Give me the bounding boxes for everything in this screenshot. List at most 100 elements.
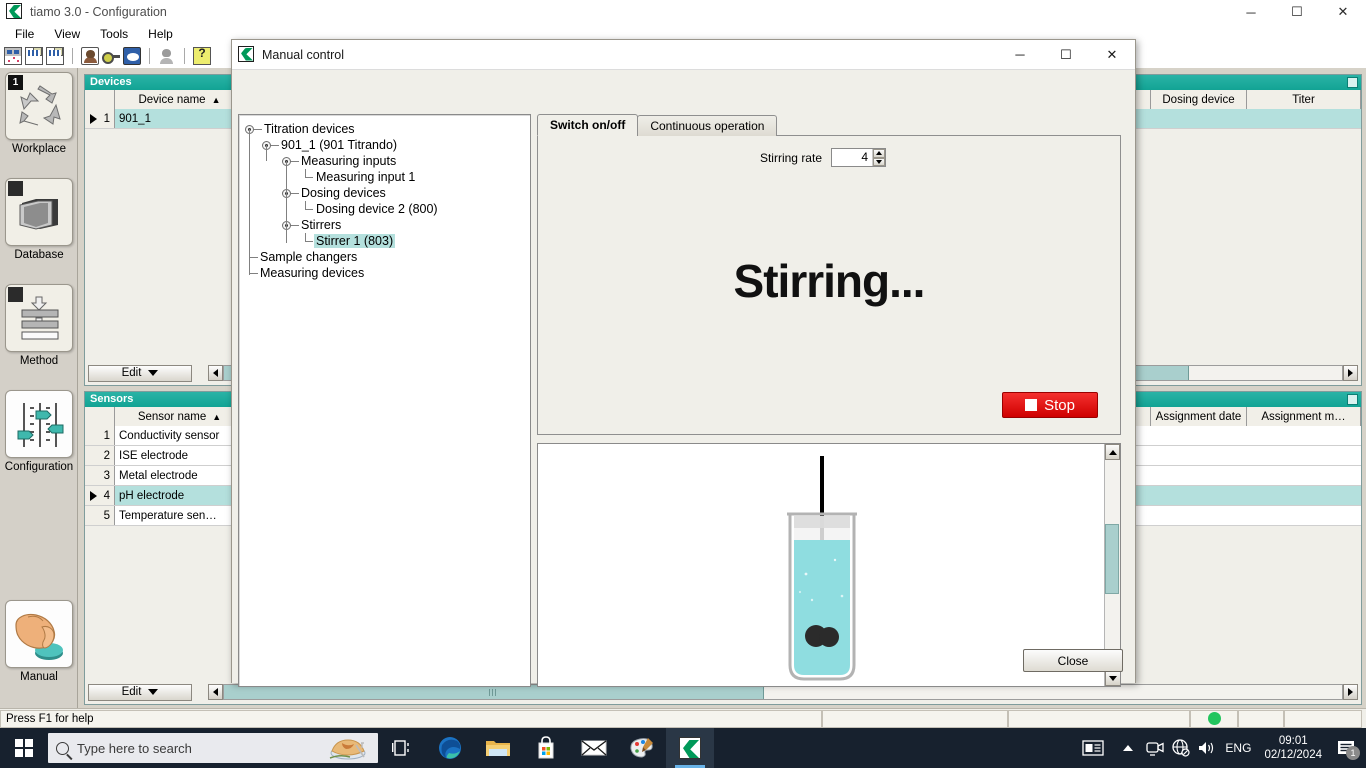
tree-node-901-1[interactable]: 901_1 (901 Titrando) [245,137,530,153]
sidebar-label-manual: Manual [20,671,58,683]
sidebar-item-manual[interactable]: Manual [0,600,78,683]
help-icon[interactable] [193,46,211,65]
stirring-rate-input[interactable]: 4 [832,149,872,166]
menu-file[interactable]: File [6,25,43,43]
volume-icon[interactable] [1194,728,1220,768]
sensors-hscroll-grip [489,689,498,696]
sensors-scroll-left-button[interactable] [208,684,223,700]
control-tabs-panel: Switch on/off Continuous operation Stirr… [537,114,1121,436]
tree-node-dosing-devices[interactable]: Dosing devices [245,185,530,201]
tab-continuous-operation[interactable]: Continuous operation [637,115,778,136]
stirring-rate-increment-button[interactable] [873,149,885,158]
tree-node-label: 901_1 (901 Titrando) [281,138,398,152]
tree-node-stirrers[interactable]: Stirrers [245,217,530,233]
sensors-edit-button[interactable]: Edit [88,683,192,701]
tree-node-sample-changers[interactable]: Sample changers [245,249,530,265]
notifications-icon[interactable]: 1 [1330,728,1362,768]
language-indicator[interactable]: ENG [1220,728,1256,768]
dialog-minimize-button[interactable]: ─ [997,40,1043,70]
new-determination-icon[interactable] [4,47,22,65]
tree-node-measuring-input-1[interactable]: Measuring input 1 [245,169,530,185]
tree-trunk-line [249,129,250,275]
devices-scroll-left-button[interactable] [208,365,223,381]
dialog-close-action-button[interactable]: Close [1023,649,1123,672]
sensors-scroll-right-button[interactable] [1343,684,1358,700]
beaker-scroll-down-button[interactable] [1105,670,1120,686]
menu-tools[interactable]: Tools [91,25,137,43]
tree-node-titration-devices[interactable]: Titration devices [245,121,530,137]
row-number: 3 [85,466,115,485]
network-no-internet-icon[interactable] [1168,728,1194,768]
current-row-arrow-icon [90,114,97,124]
windows-start-icon[interactable] [0,728,48,768]
sensors-col-sensor-name[interactable]: Sensor name ▲ [115,407,245,426]
minimize-button[interactable]: ─ [1228,0,1274,24]
statusbar: Press F1 for help [0,708,1366,728]
show-hidden-icons-icon[interactable] [1114,728,1142,768]
stop-button-label: Stop [1044,396,1075,414]
sidebar-item-workplace[interactable]: 1 Workplace [0,72,78,155]
manual-control-dialog: Manual control ─ ☐ ✕ Titration devices 9… [231,39,1136,687]
tree-node-dosing-device-2[interactable]: Dosing device 2 (800) [245,201,530,217]
tree-line [291,224,299,226]
close-button[interactable]: ✕ [1320,0,1366,24]
user-administration-icon[interactable] [81,47,99,65]
paint-icon[interactable] [618,728,666,768]
stop-button[interactable]: Stop [1002,392,1098,418]
devices-col-device-name[interactable]: Device name ▲ [115,90,245,109]
dialog-window-controls: ─ ☐ ✕ [997,40,1135,70]
devices-edit-button[interactable]: Edit [88,364,192,382]
save-as-determination-icon[interactable] [46,47,64,65]
tree-line [250,256,258,258]
devices-scroll-right-button[interactable] [1343,365,1358,381]
file-explorer-icon[interactable] [474,728,522,768]
search-input[interactable]: Type here to search [48,733,378,763]
save-determination-icon[interactable] [25,47,43,65]
projector-icon[interactable] [123,47,141,65]
meet-now-icon[interactable] [1142,728,1168,768]
stirring-rate-stepper[interactable]: 4 [831,148,886,167]
edge-browser-icon[interactable] [426,728,474,768]
maximize-button[interactable]: ☐ [1274,0,1320,24]
sensors-panel-restore-box[interactable] [1347,394,1358,405]
tab-switch-on-off[interactable]: Switch on/off [537,114,639,136]
sidebar-item-configuration[interactable]: Configuration [0,390,78,473]
clock-time: 09:01 [1278,735,1308,747]
tiamo-app-icon[interactable] [666,728,714,768]
dialog-body: Titration devices 901_1 (901 Titrando) M… [232,71,1135,687]
sidebar-label-configuration: Configuration [4,461,74,473]
microsoft-store-icon[interactable] [522,728,570,768]
status-indicator-dot [1207,712,1221,725]
sidebar-item-method[interactable]: Method [0,284,78,367]
sensors-col-assignment-date[interactable]: Assignment date [1151,407,1247,426]
tab-bar: Switch on/off Continuous operation [537,114,1121,136]
clock[interactable]: 09:01 02/12/2024 [1256,734,1330,762]
tree-node-measuring-inputs[interactable]: Measuring inputs [245,153,530,169]
change-password-icon[interactable] [102,47,120,65]
devices-panel-restore-box[interactable] [1347,77,1358,88]
beaker-vscroll-thumb[interactable] [1105,524,1119,594]
tree-node-stirrer-1[interactable]: Stirrer 1 (803) [245,233,530,249]
tree-elbow-icon [302,169,314,185]
dialog-close-button[interactable]: ✕ [1089,40,1135,70]
tree-node-measuring-devices[interactable]: Measuring devices [245,265,530,281]
devices-col-dosing-device[interactable]: Dosing device [1151,90,1247,109]
chevron-down-icon [148,689,159,695]
device-tree-panel[interactable]: Titration devices 901_1 (901 Titrando) M… [238,114,531,687]
tree-line [250,272,258,274]
news-and-interests-icon[interactable] [1072,728,1114,768]
mail-icon[interactable] [570,728,618,768]
system-tray: ENG 09:01 02/12/2024 1 [1072,728,1366,768]
beaker-scroll-up-button[interactable] [1105,444,1120,460]
task-view-icon[interactable] [378,728,426,768]
dialog-maximize-button[interactable]: ☐ [1043,40,1089,70]
stirring-status-text: Stirring... [733,255,926,307]
stirring-rate-decrement-button[interactable] [873,157,885,166]
sensors-col-assignment-method[interactable]: Assignment m… [1247,407,1361,426]
menu-view[interactable]: View [45,25,89,43]
sidebar-item-database[interactable]: Database [0,178,78,261]
menu-help[interactable]: Help [139,25,182,43]
toolbar-separator [184,48,185,64]
tiamo-logo-icon [6,3,24,21]
devices-col-titer[interactable]: Titer [1247,90,1361,109]
